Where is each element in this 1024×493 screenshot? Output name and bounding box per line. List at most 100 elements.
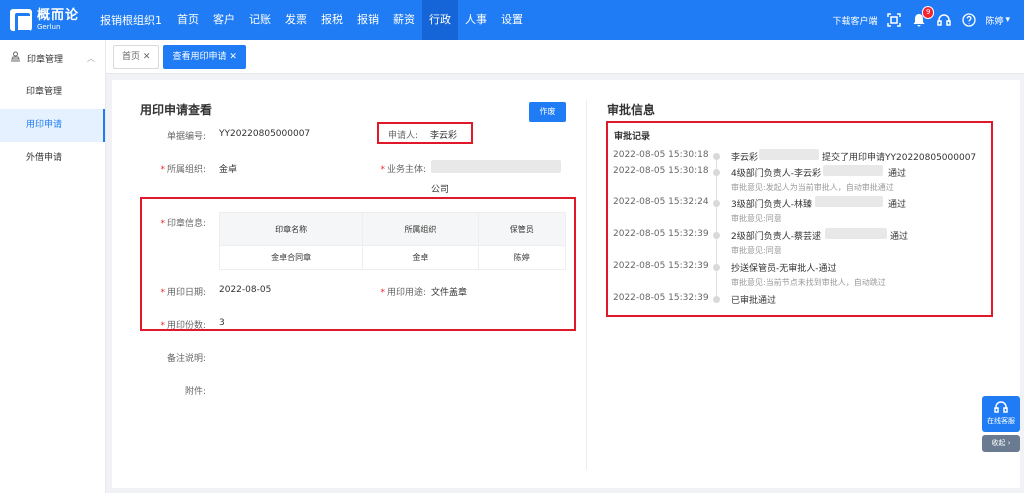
- chevron-down-icon[interactable]: ▾: [1005, 15, 1010, 25]
- record-text: 抄送保管员-无审批人-通过: [731, 264, 837, 274]
- timeline-dot: [713, 200, 720, 207]
- timeline-dot: [713, 232, 720, 239]
- doc-no-label: 单据编号:: [166, 132, 206, 142]
- table-header: 保管员: [477, 212, 567, 246]
- help-icon[interactable]: [961, 12, 977, 28]
- org-label: * 所属组织:: [160, 165, 206, 175]
- nav-home[interactable]: 首页: [170, 0, 206, 40]
- purpose-value: 文件盖章: [431, 288, 468, 298]
- record-comment: 审批意见:同意: [731, 214, 782, 223]
- main-nav: 首页 客户 记账 发票 报税 报销 薪资 行政 人事 设置: [170, 0, 530, 40]
- table-header: 印章名称: [218, 212, 364, 246]
- timeline-line: [716, 156, 717, 300]
- logo-icon: [10, 9, 32, 33]
- tab-home[interactable]: 首页 ✕: [113, 44, 160, 69]
- chevron-right-icon: ›: [1007, 439, 1011, 447]
- seal-keeper-cell: 陈婷: [477, 245, 567, 270]
- record-text: 4级部门负责人-李云彩: [731, 169, 821, 179]
- sidebar-item-seal-manage[interactable]: 印章管理: [0, 76, 105, 109]
- record-time: 2022-08-05 15:32:39: [613, 293, 709, 303]
- approval-title: 审批信息: [607, 103, 656, 117]
- doc-no-value: YY20220805000007: [219, 129, 311, 139]
- record-comment: 审批意见:发起人为当前审批人，自动审批通过: [731, 183, 894, 192]
- seal-name-cell: 金卓合同章: [218, 245, 364, 270]
- org-selector[interactable]: 报销根组织1: [100, 12, 162, 28]
- attach-label: 附件:: [184, 387, 206, 397]
- name-blurred: [815, 196, 883, 207]
- sidebar: 印章管理 ︿ 印章管理 用印申请 外借申请: [0, 40, 106, 493]
- tab-view-apply-label: 查看用印申请: [172, 51, 227, 62]
- close-icon[interactable]: ✕: [143, 52, 151, 62]
- applicant-value: 李云彩: [430, 131, 458, 141]
- record-time: 2022-08-05 15:32:24: [613, 197, 709, 207]
- entity-blurred: [431, 160, 561, 173]
- nav-settings[interactable]: 设置: [494, 0, 530, 40]
- name-blurred: [759, 149, 819, 160]
- timeline-dot: [713, 153, 720, 160]
- seal-label: * 印章信息:: [160, 219, 206, 229]
- online-service-label: 在线客服: [987, 417, 1015, 425]
- timeline-dot: [713, 296, 720, 303]
- record-time: 2022-08-05 15:30:18: [613, 166, 709, 176]
- nav-bookkeeping[interactable]: 记账: [242, 0, 278, 40]
- nav-invoice[interactable]: 发票: [278, 0, 314, 40]
- brand-name: 概而论: [37, 8, 80, 23]
- sidebar-group-seal[interactable]: 印章管理 ︿: [0, 40, 105, 76]
- record-text: 李云彩: [731, 153, 759, 163]
- table-row: 金卓合同章 金卓 陈婷: [218, 245, 567, 270]
- nav-salary[interactable]: 薪资: [386, 0, 422, 40]
- brand-en: Gerlun: [37, 23, 61, 31]
- record-time: 2022-08-05 15:32:39: [613, 229, 709, 239]
- purpose-label: * 用印用途:: [380, 288, 426, 298]
- record-text: 提交了用印申请YY20220805000007: [822, 153, 977, 163]
- date-label: * 用印日期:: [160, 288, 206, 298]
- bell-icon[interactable]: 9: [911, 6, 935, 28]
- nav-hr[interactable]: 人事: [458, 0, 494, 40]
- nav-admin[interactable]: 行政: [422, 0, 458, 40]
- void-button[interactable]: 作废: [529, 102, 566, 122]
- record-text: 通过: [890, 232, 909, 242]
- logo[interactable]: 概而论 Gerlun: [10, 8, 92, 33]
- entity-suffix: 公司: [431, 185, 450, 195]
- online-service-button[interactable]: 在线客服: [982, 396, 1020, 432]
- user-menu[interactable]: 陈婷: [985, 14, 1003, 27]
- record-text: 通过: [888, 169, 907, 179]
- seal-label-text: 印章信息:: [166, 219, 206, 229]
- nav-reimburse[interactable]: 报销: [350, 0, 386, 40]
- tab-bar: 首页 ✕ 查看用印申请 ✕: [106, 40, 1024, 74]
- name-blurred: [825, 228, 887, 239]
- form-title: 用印申请查看: [140, 103, 213, 117]
- entity-label-text: 业务主体:: [386, 165, 426, 175]
- record-text: 3级部门负责人-林臻: [731, 200, 812, 210]
- close-icon[interactable]: ✕: [229, 52, 237, 62]
- headset-icon[interactable]: [936, 12, 952, 28]
- sidebar-item-lend-apply[interactable]: 外借申请: [0, 142, 105, 175]
- seal-org-cell: 金卓: [362, 245, 479, 270]
- stamp-icon: [10, 51, 21, 65]
- collapse-button[interactable]: 收起 ›: [982, 435, 1020, 452]
- date-value: 2022-08-05: [219, 285, 272, 295]
- download-client-link[interactable]: 下载客户端: [832, 14, 877, 27]
- collapse-label: 收起: [991, 439, 1006, 447]
- purpose-label-text: 用印用途:: [386, 288, 426, 298]
- record-text: 已审批通过: [731, 296, 777, 306]
- timeline-dot: [713, 264, 720, 271]
- remark-label: 备注说明:: [166, 354, 206, 364]
- name-blurred: [823, 165, 883, 176]
- copies-value: 3: [219, 318, 225, 328]
- record-comment: 审批意见:同意: [731, 246, 782, 255]
- divider: [586, 100, 587, 470]
- headset-icon: [982, 400, 1020, 416]
- seal-table: 印章名称 所属组织 保管员 金卓合同章 金卓 陈婷: [218, 212, 567, 270]
- record-title: 审批记录: [614, 132, 651, 142]
- scan-icon[interactable]: [886, 12, 902, 28]
- tab-view-apply[interactable]: 查看用印申请 ✕: [163, 44, 246, 69]
- record-time: 2022-08-05 15:32:39: [613, 261, 709, 271]
- nav-tax[interactable]: 报税: [314, 0, 350, 40]
- chevron-up-icon: ︿: [87, 53, 95, 63]
- nav-customer[interactable]: 客户: [206, 0, 242, 40]
- copies-label: * 用印份数:: [160, 321, 206, 331]
- notification-badge: 9: [921, 6, 935, 19]
- sidebar-item-seal-apply[interactable]: 用印申请: [0, 109, 105, 142]
- sidebar-group-label: 印章管理: [27, 54, 64, 65]
